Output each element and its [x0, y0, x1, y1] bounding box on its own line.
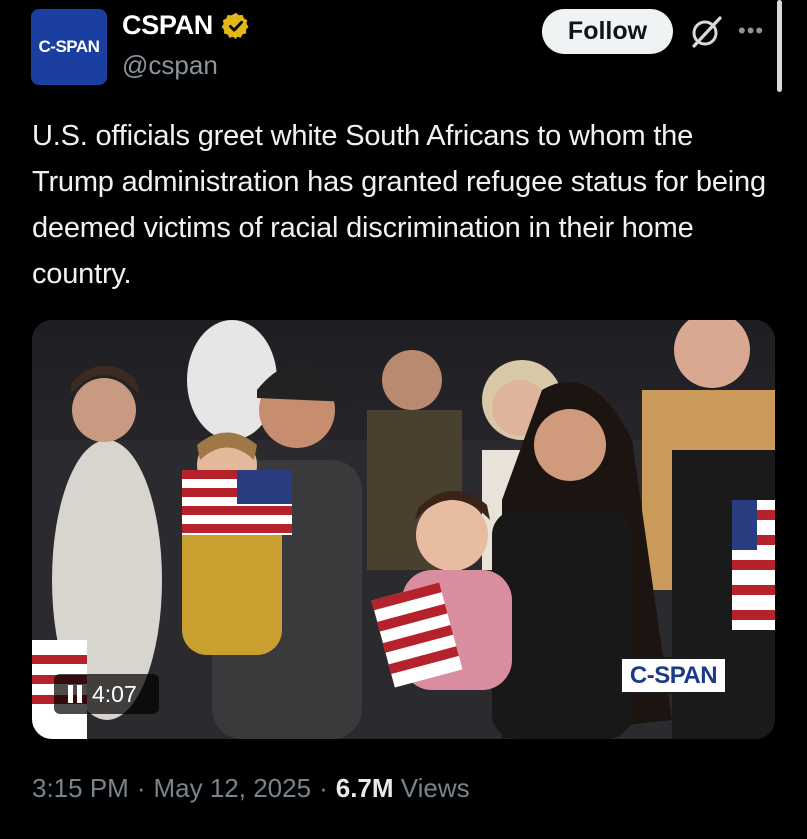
views-label: Views [400, 773, 470, 803]
more-options-icon[interactable]: ••• [738, 18, 764, 44]
cspan-watermark: C-SPAN [620, 657, 727, 694]
grok-icon[interactable] [688, 14, 724, 50]
video-player[interactable]: 4:07 C-SPAN [32, 320, 775, 739]
account-avatar[interactable]: C-SPAN [31, 9, 107, 85]
display-name[interactable]: CSPAN [122, 10, 213, 41]
verified-badge-icon [221, 12, 249, 39]
account-handle[interactable]: @cspan [122, 50, 218, 81]
scrollbar[interactable] [777, 0, 782, 92]
account-name-row[interactable]: CSPAN [122, 10, 251, 41]
video-duration-badge[interactable]: 4:07 [54, 674, 159, 714]
pause-icon[interactable] [68, 685, 82, 703]
tweet-text: U.S. officials greet white South African… [32, 120, 766, 290]
follow-button[interactable]: Follow [542, 9, 673, 54]
avatar-logo-text: C-SPAN [38, 37, 100, 56]
post-date[interactable]: May 12, 2025 [154, 773, 312, 804]
post-time[interactable]: 3:15 PM [32, 773, 129, 804]
separator: · [136, 773, 146, 803]
views-count: 6.7M [335, 773, 394, 803]
tweet-metadata: 3:15 PM · May 12, 2025 · 6.7M Views [32, 773, 470, 804]
video-duration: 4:07 [92, 680, 137, 707]
separator: · [319, 773, 328, 803]
